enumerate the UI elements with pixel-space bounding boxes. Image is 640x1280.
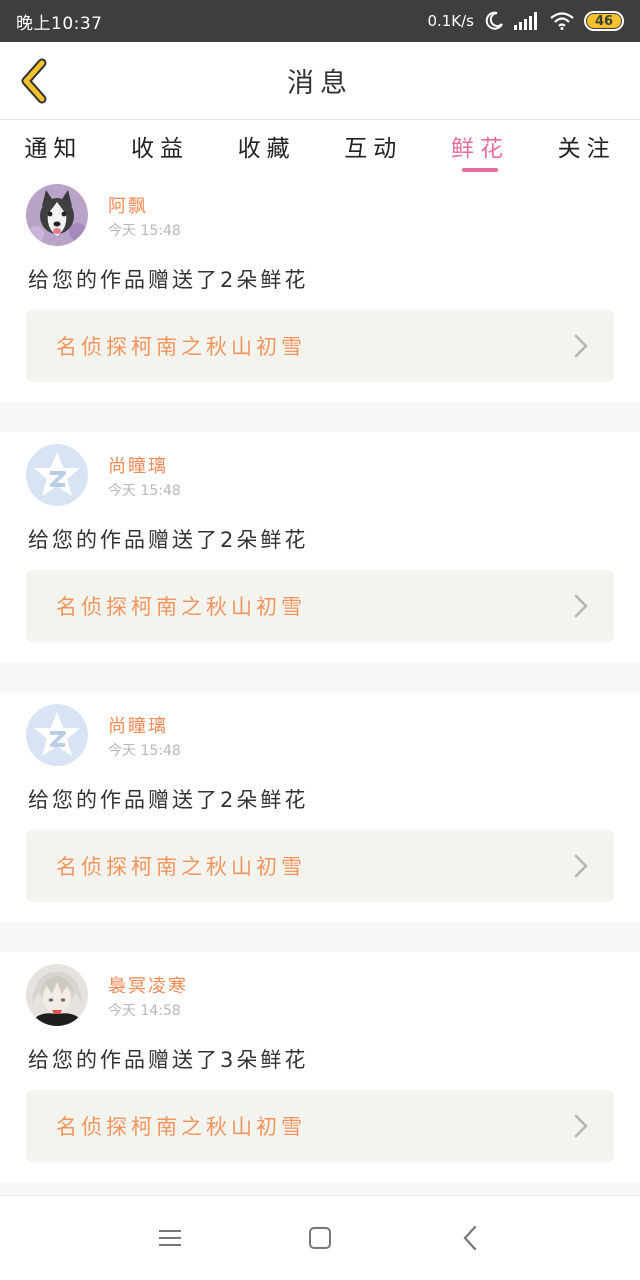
- status-icons: 0.1K/s 46: [427, 11, 624, 31]
- gift-message: 给您的作品赠送了3朵鲜花: [28, 1048, 309, 1072]
- chevron-right-icon: [574, 334, 588, 358]
- status-bar: 晚上10:37 0.1K/s 46: [0, 0, 640, 42]
- triangle-back-icon: [463, 1225, 477, 1251]
- gift-message: 给您的作品赠送了2朵鲜花: [28, 268, 309, 292]
- tab-following[interactable]: 关注: [533, 120, 640, 172]
- tab-bar: 通知 收益 收藏 互动 鲜花 关注: [0, 120, 640, 172]
- timestamp: 今天 15:48: [108, 483, 181, 499]
- username[interactable]: 阿飘: [108, 192, 148, 218]
- menu-button[interactable]: [150, 1218, 190, 1258]
- timestamp: 今天 15:48: [108, 223, 181, 239]
- work-title: 名侦探柯南之秋山初雪: [56, 1115, 306, 1139]
- username[interactable]: 尚瞳璃: [108, 712, 168, 738]
- chevron-right-icon: [574, 854, 588, 878]
- moon-icon: [484, 11, 504, 31]
- notification-card: 阿飘 今天 15:48 给您的作品赠送了2朵鲜花 名侦探柯南之秋山初雪: [0, 172, 640, 402]
- tab-label: 收益: [130, 136, 189, 162]
- work-link[interactable]: 名侦探柯南之秋山初雪: [26, 310, 614, 382]
- timestamp: 今天 15:48: [108, 743, 181, 759]
- system-nav-bar: [0, 1195, 640, 1280]
- username[interactable]: 裊冥凌寒: [108, 972, 188, 998]
- gift-message: 给您的作品赠送了2朵鲜花: [28, 528, 309, 552]
- tab-flowers[interactable]: 鲜花: [427, 120, 534, 172]
- work-title: 名侦探柯南之秋山初雪: [56, 595, 306, 619]
- tab-label: 互动: [344, 136, 403, 162]
- chevron-left-icon: [21, 58, 47, 104]
- notification-card: 尚瞳璃 今天 15:48 给您的作品赠送了2朵鲜花 名侦探柯南之秋山初雪: [0, 692, 640, 922]
- work-title: 名侦探柯南之秋山初雪: [56, 335, 306, 359]
- square-icon: [309, 1227, 331, 1249]
- notification-card: 尚瞳璃 今天 15:48 给您的作品赠送了2朵鲜花 名侦探柯南之秋山初雪: [0, 432, 640, 662]
- tab-interactions[interactable]: 互动: [320, 120, 427, 172]
- tab-notifications[interactable]: 通知: [0, 120, 107, 172]
- header: 消息: [0, 42, 640, 120]
- work-link[interactable]: 名侦探柯南之秋山初雪: [26, 830, 614, 902]
- anime-boy-avatar[interactable]: [26, 964, 88, 1026]
- timestamp: 今天 14:58: [108, 1003, 181, 1019]
- tab-label: 鲜花: [450, 136, 509, 162]
- back-button[interactable]: [14, 56, 54, 106]
- chevron-right-icon: [574, 594, 588, 618]
- battery-icon: 46: [584, 11, 624, 31]
- tab-favorites[interactable]: 收藏: [213, 120, 320, 172]
- tab-label: 关注: [557, 136, 616, 162]
- gift-message: 给您的作品赠送了2朵鲜花: [28, 788, 309, 812]
- work-link[interactable]: 名侦探柯南之秋山初雪: [26, 1090, 614, 1162]
- page-title: 消息: [287, 68, 353, 99]
- default-star-avatar[interactable]: [26, 444, 88, 506]
- network-speed: 0.1K/s: [427, 12, 474, 30]
- husky-dog-avatar[interactable]: [26, 184, 88, 246]
- battery-level: 46: [594, 13, 614, 29]
- chevron-right-icon: [574, 1114, 588, 1138]
- default-star-avatar[interactable]: [26, 704, 88, 766]
- work-link[interactable]: 名侦探柯南之秋山初雪: [26, 570, 614, 642]
- wifi-icon: [550, 12, 574, 30]
- work-title: 名侦探柯南之秋山初雪: [56, 855, 306, 879]
- signal-icon: [514, 12, 540, 30]
- notification-list: 阿飘 今天 15:48 给您的作品赠送了2朵鲜花 名侦探柯南之秋山初雪 尚瞳璃 …: [0, 172, 640, 1212]
- menu-icon: [159, 1230, 181, 1246]
- home-button[interactable]: [300, 1218, 340, 1258]
- notification-card: 裊冥凌寒 今天 14:58 给您的作品赠送了3朵鲜花 名侦探柯南之秋山初雪: [0, 952, 640, 1182]
- back-nav-button[interactable]: [450, 1218, 490, 1258]
- tab-label: 通知: [24, 136, 83, 162]
- tab-earnings[interactable]: 收益: [107, 120, 214, 172]
- tab-label: 收藏: [237, 136, 296, 162]
- username[interactable]: 尚瞳璃: [108, 452, 168, 478]
- status-time: 晚上10:37: [16, 13, 103, 34]
